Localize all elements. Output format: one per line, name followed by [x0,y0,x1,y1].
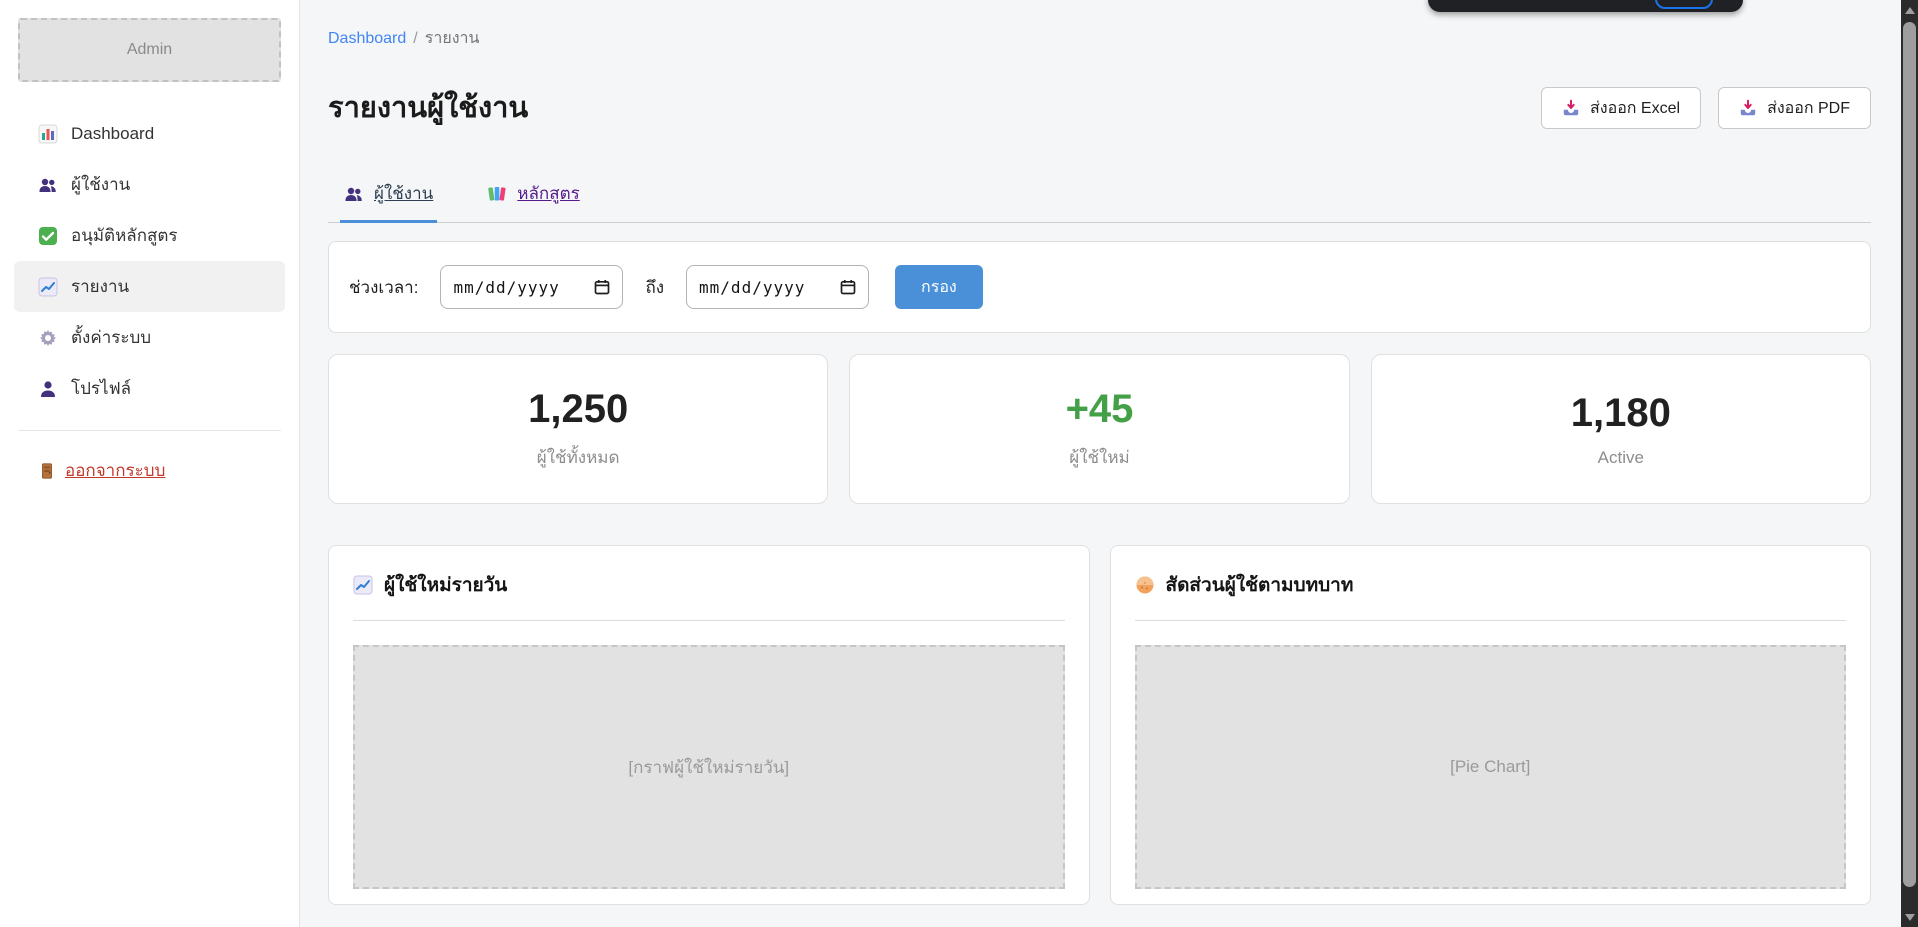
download-icon [1562,99,1580,117]
export-excel-button[interactable]: ส่งออก Excel [1541,87,1701,129]
stat-value: +45 [1066,387,1134,432]
scrollbar[interactable] [1901,0,1918,927]
toast-action-button[interactable] [1655,0,1713,9]
tab-users-label: ผู้ใช้งาน [374,180,433,207]
stat-value: 1,180 [1571,391,1671,436]
sidebar-item-dashboard[interactable]: Dashboard [14,108,285,159]
placeholder-text: [กราฟผู้ใช้ใหม่รายวัน] [628,754,789,781]
scroll-down-button[interactable] [1901,907,1918,927]
chart-title: ผู้ใช้ใหม่รายวัน [384,570,507,600]
date-range-label: ช่วงเวลา: [349,274,418,301]
scroll-up-button[interactable] [1901,0,1918,20]
stat-card-total-users: 1,250 ผู้ใช้ทั้งหมด [328,354,828,504]
line-chart-icon [38,277,58,297]
export-excel-label: ส่งออก Excel [1590,96,1680,121]
tab-bar: ผู้ใช้งาน หลักสูตร [328,176,1871,223]
chart-card-users-by-role: สัดส่วนผู้ใช้ตามบทบาท [Pie Chart] [1110,545,1872,905]
door-icon [38,462,56,480]
date-from-input[interactable]: mm/dd/yyyy [440,265,623,309]
to-label: ถึง [645,274,664,301]
sidebar-item-label: อนุมัติหลักสูตร [71,222,178,249]
line-chart-placeholder: [กราฟผู้ใช้ใหม่รายวัน] [353,645,1065,889]
browser-toast [1428,0,1743,12]
chart-header: สัดส่วนผู้ใช้ตามบทบาท [1135,570,1847,621]
users-icon [38,175,58,195]
stat-label: Active [1598,448,1644,468]
sidebar-item-settings[interactable]: ตั้งค่าระบบ [14,312,285,363]
tab-courses[interactable]: หลักสูตร [483,176,583,223]
stat-value: 1,250 [528,387,628,432]
sidebar-item-label: ตั้งค่าระบบ [71,324,151,351]
sidebar-item-label: Dashboard [71,124,154,144]
charts-row: ผู้ใช้ใหม่รายวัน [กราฟผู้ใช้ใหม่รายวัน] … [328,545,1871,905]
check-icon [38,226,58,246]
export-pdf-label: ส่งออก PDF [1767,96,1850,121]
filter-button[interactable]: กรอง [895,265,983,309]
tab-courses-label: หลักสูตร [517,180,579,207]
export-pdf-button[interactable]: ส่งออก PDF [1718,87,1871,129]
sidebar-menu: Dashboard ผู้ใช้งาน อนุมัติหลักสูตร รายง… [0,108,299,414]
logout-label: ออกจากระบบ [65,461,165,480]
logout-link[interactable]: ออกจากระบบ [38,461,165,480]
sidebar-item-users[interactable]: ผู้ใช้งาน [14,159,285,210]
stat-card-new-users: +45 ผู้ใช้ใหม่ [849,354,1349,504]
scroll-up-icon [1905,7,1915,14]
stat-label: ผู้ใช้ทั้งหมด [537,444,620,471]
stat-label: ผู้ใช้ใหม่ [1069,444,1130,471]
pie-icon [1135,575,1155,595]
download-icon [1739,99,1757,117]
chart-header: ผู้ใช้ใหม่รายวัน [353,570,1065,621]
admin-brand-label: Admin [127,41,172,59]
date-from-value: mm/dd/yyyy [453,278,559,297]
main-content: Dashboard/รายงาน รายงานผู้ใช้งาน ส่งออก … [300,0,1901,905]
sidebar-item-label: โปรไฟล์ [71,375,131,402]
placeholder-text: [Pie Chart] [1450,757,1530,777]
line-chart-icon [353,575,373,595]
calendar-icon[interactable] [594,279,610,295]
books-icon [487,184,507,204]
date-to-value: mm/dd/yyyy [699,278,805,297]
tab-users[interactable]: ผู้ใช้งาน [340,176,437,223]
chart-card-daily-new-users: ผู้ใช้ใหม่รายวัน [กราฟผู้ใช้ใหม่รายวัน] [328,545,1090,905]
chart-title: สัดส่วนผู้ใช้ตามบทบาท [1166,570,1354,600]
sidebar: Admin Dashboard ผู้ใช้งาน อนุมัติหลักสูต… [0,0,300,927]
export-buttons: ส่งออก Excel ส่งออก PDF [1541,87,1871,129]
gear-icon [38,328,58,348]
scroll-down-icon [1905,914,1915,921]
scrollbar-thumb[interactable] [1903,22,1916,887]
breadcrumb-home-link[interactable]: Dashboard [328,30,406,47]
users-icon [344,184,364,204]
calendar-icon[interactable] [840,279,856,295]
sidebar-item-profile[interactable]: โปรไฟล์ [14,363,285,414]
admin-brand-box: Admin [18,18,281,82]
sidebar-item-reports[interactable]: รายงาน [14,261,285,312]
stat-card-active-users: 1,180 Active [1371,354,1871,504]
sidebar-item-label: รายงาน [71,273,129,300]
stats-row: 1,250 ผู้ใช้ทั้งหมด +45 ผู้ใช้ใหม่ 1,180… [328,354,1871,504]
pie-chart-placeholder: [Pie Chart] [1135,645,1847,889]
sidebar-item-approve-courses[interactable]: อนุมัติหลักสูตร [14,210,285,261]
date-to-input[interactable]: mm/dd/yyyy [686,265,869,309]
bar-chart-icon [38,124,58,144]
breadcrumb-current: รายงาน [425,30,480,47]
breadcrumb-separator: / [413,30,417,47]
person-icon [38,379,58,399]
filter-panel: ช่วงเวลา: mm/dd/yyyy ถึง mm/dd/yyyy กรอง [328,241,1871,333]
sidebar-item-label: ผู้ใช้งาน [71,171,130,198]
